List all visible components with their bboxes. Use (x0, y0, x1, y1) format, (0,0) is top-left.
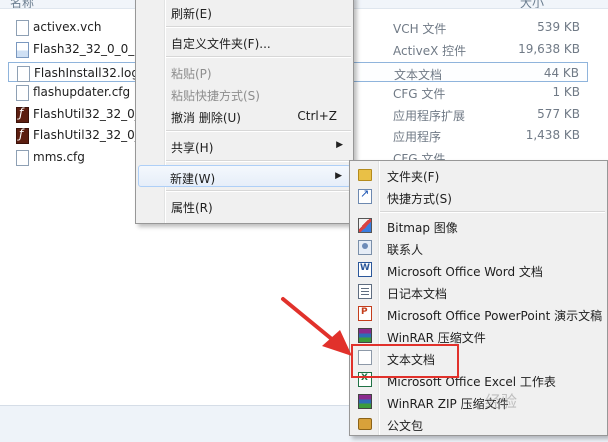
annotation-highlight-box (351, 344, 459, 378)
watermark: 经验 (485, 392, 518, 411)
annotation-arrow-icon (281, 297, 352, 356)
